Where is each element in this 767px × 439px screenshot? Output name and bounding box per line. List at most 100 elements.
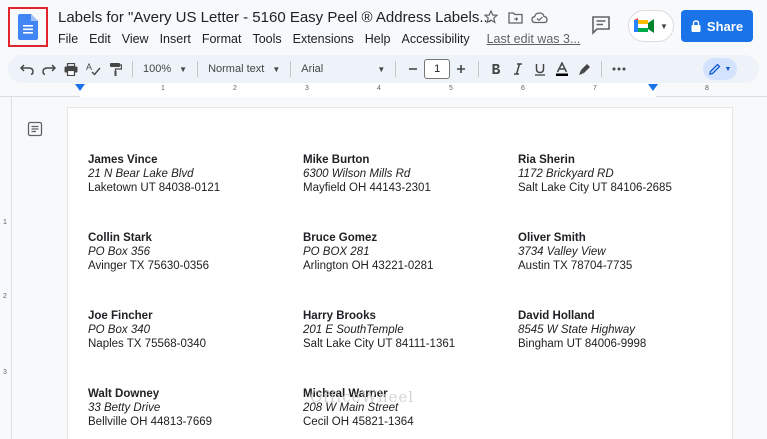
label-name: Harry Brooks	[303, 310, 376, 322]
label-city: Arlington OH 43221-0281	[303, 260, 434, 272]
label-name: Ria Sherin	[518, 154, 575, 166]
meet-icon	[634, 18, 655, 33]
vertical-ruler: 1 2 3	[0, 97, 12, 439]
ruler-number: 8	[705, 85, 709, 92]
menu-view[interactable]: View	[122, 32, 149, 46]
address-label: Walt Downey 33 Betty Drive Bellville OH …	[88, 387, 212, 429]
document-title[interactable]: Labels for "Avery US Letter - 5160 Easy …	[58, 9, 492, 26]
share-button[interactable]: Share	[681, 10, 753, 42]
zoom-value: 100%	[143, 63, 172, 75]
menu-edit[interactable]: Edit	[89, 32, 111, 46]
watermark: OfficeWheel	[310, 388, 415, 406]
label-city: Bellville OH 44813-7669	[88, 416, 213, 428]
toolbar-divider	[290, 61, 292, 77]
label-city: Laketown UT 84038-0121	[88, 182, 221, 194]
bold-icon[interactable]	[485, 58, 507, 80]
text-color-icon[interactable]	[551, 58, 573, 80]
label-street: 8545 W State Highway	[518, 324, 635, 336]
spellcheck-icon[interactable]: A	[82, 58, 104, 80]
zoom-select[interactable]: 100% ▼	[139, 63, 191, 75]
underline-icon[interactable]	[529, 58, 551, 80]
docs-header: Labels for "Avery US Letter - 5160 Easy …	[0, 0, 767, 52]
menu-file[interactable]: File	[58, 32, 78, 46]
redo-icon[interactable]	[38, 58, 60, 80]
address-label: Harry Brooks 201 E SouthTemple Salt Lake…	[303, 309, 455, 351]
label-name: Oliver Smith	[518, 232, 586, 244]
menu-extensions[interactable]: Extensions	[293, 32, 354, 46]
ruler-number: 5	[449, 85, 453, 92]
menu-insert[interactable]: Insert	[160, 32, 191, 46]
label-city: Salt Lake City UT 84106-2685	[518, 182, 672, 194]
chevron-down-icon: ▼	[179, 64, 188, 74]
label-city: Avinger TX 75630-0356	[88, 260, 210, 272]
paragraph-style-select[interactable]: Normal text ▼	[204, 63, 284, 75]
address-label: Collin Stark PO Box 356 Avinger TX 75630…	[88, 231, 209, 273]
label-name: Joe Fincher	[88, 310, 153, 322]
last-edit-link[interactable]: Last edit was 3...	[487, 32, 581, 46]
address-label: Joe Fincher PO Box 340 Naples TX 75568-0…	[88, 309, 206, 351]
label-street: 33 Betty Drive	[88, 402, 161, 414]
label-name: Mike Burton	[303, 154, 370, 166]
print-icon[interactable]	[60, 58, 82, 80]
move-folder-icon[interactable]	[506, 8, 524, 26]
star-icon[interactable]	[482, 8, 500, 26]
label-street: PO Box 340	[88, 324, 151, 336]
label-name: David Holland	[518, 310, 595, 322]
left-indent-marker[interactable]	[75, 84, 85, 91]
address-label: Mike Burton 6300 Wilson Mills Rd Mayfiel…	[303, 153, 431, 195]
address-label: Bruce Gomez PO BOX 281 Arlington OH 4322…	[303, 231, 433, 273]
menu-format[interactable]: Format	[202, 32, 242, 46]
increase-font-size-icon[interactable]	[450, 58, 472, 80]
font-size-input[interactable]: 1	[424, 59, 451, 79]
highlight-color-icon[interactable]	[573, 58, 595, 80]
google-docs-window: Labels for "Avery US Letter - 5160 Easy …	[0, 0, 767, 439]
font-select[interactable]: Arial ▼	[297, 63, 389, 75]
horizontal-ruler: 1 2 3 4 5 6 7 8	[0, 83, 767, 97]
label-street: PO Box 356	[88, 246, 151, 258]
label-street: 21 N Bear Lake Blvd	[88, 168, 194, 180]
italic-icon[interactable]	[507, 58, 529, 80]
cloud-saved-icon[interactable]	[530, 8, 548, 26]
menu-help[interactable]: Help	[365, 32, 391, 46]
address-label: Ria Sherin 1172 Brickyard RD Salt Lake C…	[518, 153, 672, 195]
decrease-font-size-icon[interactable]	[402, 58, 424, 80]
docs-logo-icon[interactable]	[8, 7, 48, 47]
label-street: 201 E SouthTemple	[303, 324, 404, 336]
chevron-down-icon: ▼	[272, 64, 281, 74]
more-options-icon[interactable]	[608, 58, 630, 80]
ruler-number: 2	[233, 85, 237, 92]
undo-icon[interactable]	[16, 58, 38, 80]
vruler-number: 3	[3, 369, 7, 376]
toolbar-divider	[132, 61, 133, 77]
comment-history-icon[interactable]	[590, 14, 612, 36]
ruler-number: 4	[377, 85, 381, 92]
label-street: PO BOX 281	[303, 246, 370, 258]
vruler-number: 1	[3, 219, 7, 226]
style-value: Normal text	[208, 63, 265, 75]
label-name: James Vince	[88, 154, 158, 166]
label-city: Bingham UT 84006-9998	[518, 338, 647, 350]
meet-button[interactable]: ▼	[628, 10, 674, 42]
label-name: Bruce Gomez	[303, 232, 378, 244]
formatting-toolbar: A 100% ▼ Normal text ▼ Arial ▼ 1 ▼	[8, 55, 759, 83]
label-city: Mayfield OH 44143-2301	[303, 182, 431, 194]
label-name: Walt Downey	[88, 388, 160, 400]
chevron-down-icon: ▼	[724, 65, 732, 73]
ruler-number: 6	[521, 85, 525, 92]
share-label: Share	[706, 18, 744, 34]
editing-mode-button[interactable]: ▼	[703, 58, 737, 80]
vruler-number: 2	[3, 293, 7, 300]
right-indent-marker[interactable]	[648, 84, 658, 91]
paint-format-icon[interactable]	[104, 58, 126, 80]
toolbar-divider	[395, 61, 397, 77]
document-outline-icon[interactable]	[27, 121, 43, 137]
label-city: Austin TX 78704-7735	[518, 260, 633, 272]
svg-text:A: A	[86, 62, 92, 72]
toolbar-divider	[478, 61, 480, 77]
ruler-page-area	[80, 83, 656, 97]
meet-caret-icon: ▼	[660, 21, 668, 31]
toolbar-divider	[197, 61, 199, 77]
menu-accessibility[interactable]: Accessibility	[402, 32, 470, 46]
font-value: Arial	[301, 63, 324, 75]
menu-tools[interactable]: Tools	[252, 32, 281, 46]
